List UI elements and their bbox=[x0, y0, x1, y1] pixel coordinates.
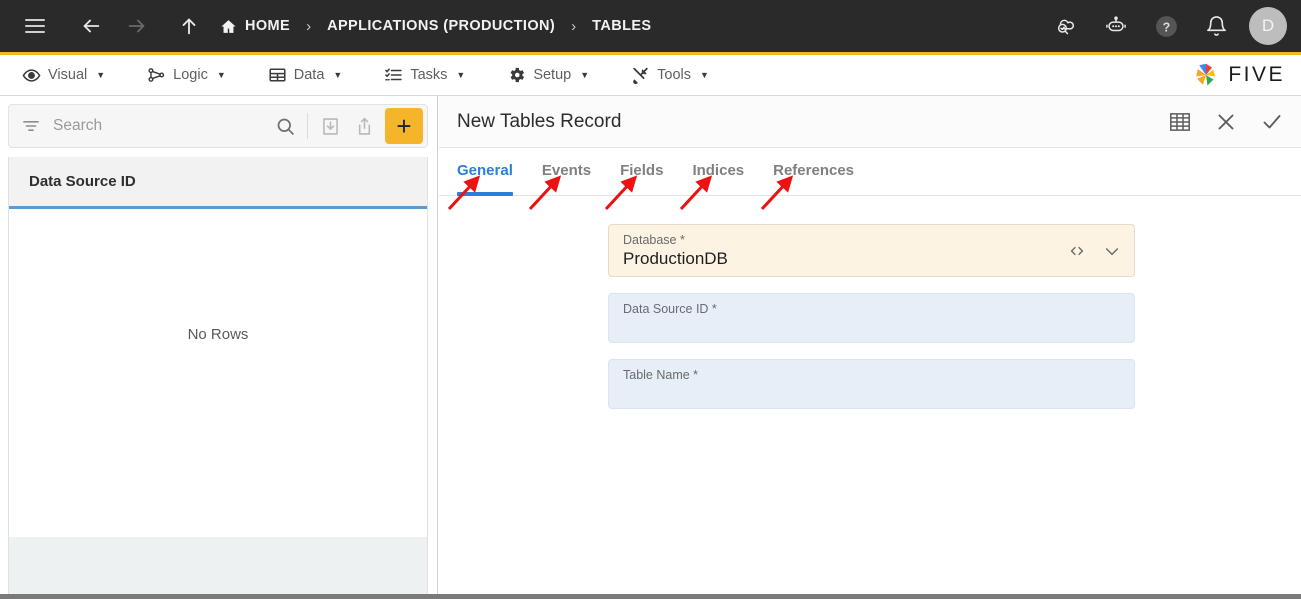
add-record-button[interactable]: + bbox=[385, 108, 423, 144]
menu-item-setup[interactable]: Setup ▼ bbox=[499, 62, 601, 89]
help-icon[interactable]: ? bbox=[1149, 9, 1183, 43]
hamburger-menu-icon[interactable] bbox=[18, 9, 52, 43]
chevron-down-icon: ▼ bbox=[456, 70, 466, 80]
chevron-down-icon[interactable] bbox=[1102, 241, 1122, 261]
top-nav-controls bbox=[18, 9, 206, 43]
menu-label-logic: Logic bbox=[173, 67, 208, 83]
menu-label-visual: Visual bbox=[48, 67, 88, 83]
brand-logo: FIVE bbox=[1191, 60, 1285, 90]
grid-footer bbox=[9, 537, 427, 597]
menu-item-tools[interactable]: Tools ▼ bbox=[623, 62, 721, 89]
chevron-down-icon: ▼ bbox=[96, 70, 106, 80]
menu-label-data: Data bbox=[293, 67, 325, 83]
home-icon bbox=[220, 18, 237, 35]
menu-label-tools: Tools bbox=[657, 67, 691, 83]
chevron-down-icon: ▼ bbox=[580, 70, 590, 80]
top-nav-actions: ? D bbox=[1049, 7, 1287, 45]
tab-indices[interactable]: Indices bbox=[692, 162, 758, 196]
avatar[interactable]: D bbox=[1249, 7, 1287, 45]
breadcrumb-label-applications: APPLICATIONS (PRODUCTION) bbox=[327, 18, 556, 34]
breadcrumb-item-applications[interactable]: APPLICATIONS (PRODUCTION) bbox=[327, 18, 555, 34]
tab-label-fields: Fields bbox=[620, 162, 664, 179]
up-arrow-icon[interactable] bbox=[172, 9, 206, 43]
import-download-icon[interactable] bbox=[313, 109, 347, 143]
breadcrumb-item-home[interactable]: HOME bbox=[220, 18, 290, 35]
breadcrumb-label-tables: TABLES bbox=[592, 18, 652, 34]
record-detail-panel: New Tables Record General Events Fields … bbox=[439, 96, 1301, 599]
chevron-down-icon: ▼ bbox=[700, 70, 709, 80]
tab-label-events: Events bbox=[541, 162, 592, 179]
main-menu-bar: Visual ▼ Logic ▼ Data ▼ Tasks ▼ Setup ▼ … bbox=[0, 55, 1301, 96]
general-tab-form: Database * ProductionDB Data Source ID *… bbox=[439, 196, 1301, 598]
table-name-field[interactable]: Table Name * bbox=[608, 359, 1135, 409]
cloud-check-icon[interactable] bbox=[1049, 9, 1083, 43]
eye-icon bbox=[22, 66, 41, 85]
menu-item-logic[interactable]: Logic ▼ bbox=[139, 62, 238, 89]
menu-label-setup: Setup bbox=[533, 67, 572, 83]
search-input[interactable] bbox=[53, 117, 268, 135]
chevron-down-icon: ▼ bbox=[216, 70, 226, 80]
database-field-actions bbox=[1067, 241, 1122, 261]
five-pinwheel-logo-icon bbox=[1191, 60, 1221, 90]
breadcrumb: HOME › APPLICATIONS (PRODUCTION) › TABLE… bbox=[220, 18, 651, 35]
breadcrumb-separator-2: › bbox=[571, 17, 577, 35]
chat-bot-icon[interactable] bbox=[1099, 9, 1133, 43]
table-name-field-label: Table Name * bbox=[623, 368, 699, 382]
tab-references[interactable]: References bbox=[773, 162, 868, 196]
record-header: New Tables Record bbox=[439, 96, 1301, 148]
breadcrumb-label-home: HOME bbox=[245, 18, 291, 34]
brand-text: FIVE bbox=[1228, 63, 1285, 86]
top-navigation-bar: HOME › APPLICATIONS (PRODUCTION) › TABLE… bbox=[0, 0, 1301, 52]
tab-label-references: References bbox=[773, 162, 855, 179]
data-source-id-field-label: Data Source ID * bbox=[623, 302, 717, 316]
tools-icon bbox=[631, 66, 650, 85]
tab-label-general: General bbox=[457, 162, 513, 179]
window-bottom-edge bbox=[0, 594, 1301, 599]
toolbar-divider bbox=[307, 113, 308, 139]
checklist-icon bbox=[384, 66, 403, 85]
svg-text:?: ? bbox=[1162, 20, 1170, 34]
bell-icon[interactable] bbox=[1199, 9, 1233, 43]
code-brackets-icon[interactable] bbox=[1067, 241, 1087, 261]
left-list-panel: + Data Source ID No Rows bbox=[0, 96, 438, 599]
menu-item-data[interactable]: Data ▼ bbox=[260, 62, 355, 89]
menu-item-tasks[interactable]: Tasks ▼ bbox=[376, 62, 477, 89]
grid-body: No Rows bbox=[9, 209, 427, 537]
database-field[interactable]: Database * ProductionDB bbox=[608, 224, 1135, 277]
back-arrow-icon[interactable] bbox=[74, 9, 108, 43]
grid-column-header-data-source-id[interactable]: Data Source ID bbox=[29, 173, 136, 190]
tab-events[interactable]: Events bbox=[542, 162, 605, 196]
gear-icon bbox=[507, 66, 526, 85]
forward-arrow-icon[interactable] bbox=[120, 9, 154, 43]
chevron-down-icon: ▼ bbox=[333, 70, 343, 80]
records-grid: Data Source ID No Rows bbox=[8, 157, 428, 599]
record-tabs: General Events Fields Indices References bbox=[439, 148, 1301, 196]
grid-view-icon[interactable] bbox=[1165, 107, 1195, 137]
close-icon[interactable] bbox=[1211, 107, 1241, 137]
logic-node-icon bbox=[147, 66, 166, 85]
breadcrumb-separator-1: › bbox=[306, 17, 312, 35]
data-source-id-field[interactable]: Data Source ID * bbox=[608, 293, 1135, 343]
export-share-icon[interactable] bbox=[347, 109, 381, 143]
record-header-actions bbox=[1165, 107, 1287, 137]
tab-fields[interactable]: Fields bbox=[620, 162, 677, 196]
search-toolbar: + bbox=[8, 104, 428, 148]
page-title: New Tables Record bbox=[457, 110, 622, 132]
database-field-value: ProductionDB bbox=[623, 249, 728, 269]
filter-icon[interactable] bbox=[21, 116, 43, 136]
tab-general[interactable]: General bbox=[457, 162, 527, 196]
breadcrumb-item-tables[interactable]: TABLES bbox=[592, 18, 651, 34]
menu-item-visual[interactable]: Visual ▼ bbox=[14, 62, 117, 89]
application-window: HOME › APPLICATIONS (PRODUCTION) › TABLE… bbox=[0, 0, 1301, 599]
confirm-check-icon[interactable] bbox=[1257, 107, 1287, 137]
database-field-label: Database * bbox=[623, 233, 685, 247]
plus-icon: + bbox=[396, 111, 412, 141]
grid-header-row: Data Source ID bbox=[9, 157, 427, 209]
table-grid-icon bbox=[268, 66, 287, 85]
avatar-initial: D bbox=[1261, 16, 1275, 35]
search-icon[interactable] bbox=[268, 109, 302, 143]
empty-state-text: No Rows bbox=[187, 326, 249, 343]
tab-label-indices: Indices bbox=[692, 162, 745, 179]
menu-label-tasks: Tasks bbox=[410, 67, 448, 83]
